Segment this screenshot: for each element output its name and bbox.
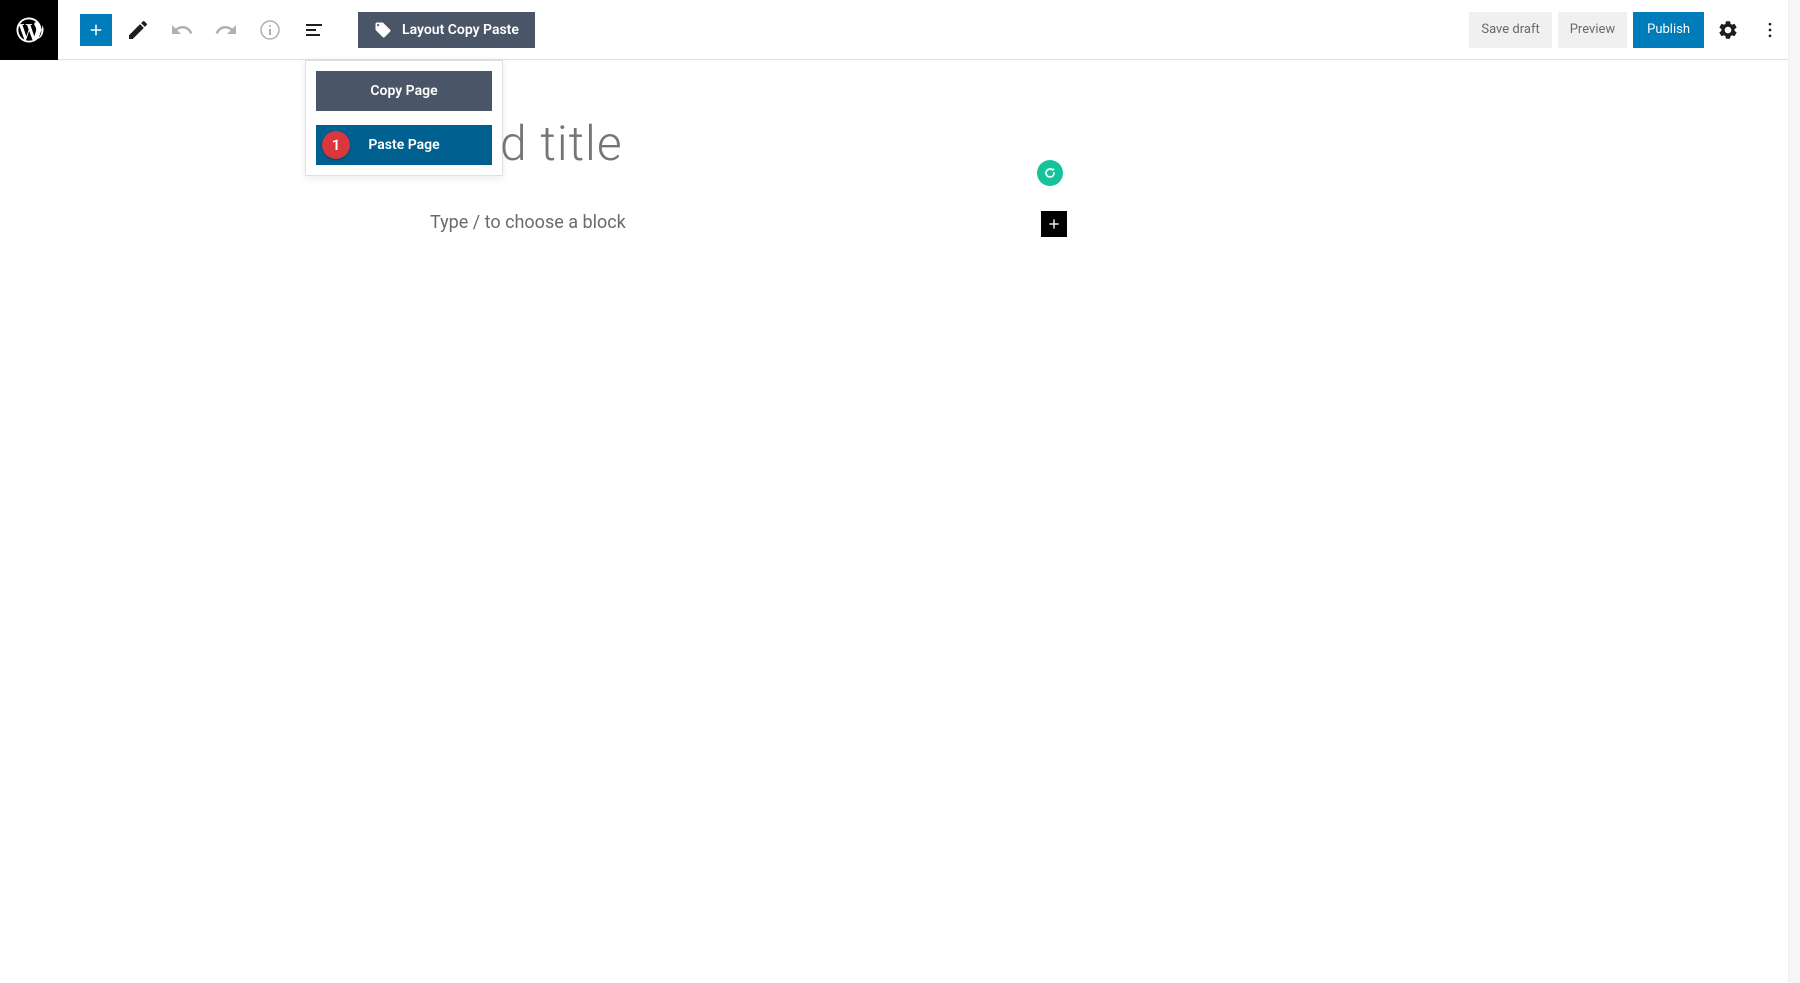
settings-button[interactable] <box>1710 12 1746 48</box>
list-view-button[interactable] <box>296 12 332 48</box>
info-button[interactable] <box>252 12 288 48</box>
layout-btn-label: Layout Copy Paste <box>402 22 519 38</box>
preview-button[interactable]: Preview <box>1558 12 1627 48</box>
layout-dropdown-menu: Copy Page 1 Paste Page <box>305 60 503 176</box>
add-block-button[interactable] <box>80 14 112 46</box>
inline-add-block-button[interactable] <box>1041 211 1067 237</box>
layout-copy-paste-button[interactable]: Layout Copy Paste <box>358 12 535 48</box>
copy-page-label: Copy Page <box>370 83 437 99</box>
undo-icon <box>170 18 194 42</box>
editor-toolbar: Layout Copy Paste Save draft Preview Pub… <box>0 0 1800 60</box>
info-icon <box>258 18 282 42</box>
dots-vertical-icon <box>1760 20 1780 40</box>
copy-page-button[interactable]: Copy Page <box>316 71 492 111</box>
paste-page-button[interactable]: 1 Paste Page <box>316 125 492 165</box>
grammarly-widget[interactable] <box>1037 160 1063 186</box>
wordpress-logo[interactable] <box>0 0 58 60</box>
grammarly-icon <box>1042 165 1058 181</box>
more-options-button[interactable] <box>1752 12 1788 48</box>
publish-button[interactable]: Publish <box>1633 12 1704 48</box>
tag-icon <box>374 21 392 39</box>
pencil-icon <box>126 18 150 42</box>
block-placeholder[interactable]: Type / to choose a block <box>430 212 626 233</box>
plus-icon <box>87 21 105 39</box>
toolbar-left-group: Layout Copy Paste <box>58 12 535 48</box>
redo-button[interactable] <box>208 12 244 48</box>
annotation-badge: 1 <box>322 131 350 159</box>
list-view-icon <box>302 18 326 42</box>
plus-icon <box>1046 216 1062 232</box>
undo-button[interactable] <box>164 12 200 48</box>
title-placeholder[interactable]: d title <box>500 115 623 172</box>
vertical-scrollbar[interactable] <box>1788 0 1800 983</box>
redo-icon <box>214 18 238 42</box>
paste-page-label: Paste Page <box>368 137 439 153</box>
toolbar-right-group: Save draft Preview Publish <box>1469 12 1788 48</box>
gear-icon <box>1717 19 1739 41</box>
save-draft-button[interactable]: Save draft <box>1469 12 1551 48</box>
wordpress-icon <box>14 15 44 45</box>
edit-mode-button[interactable] <box>120 12 156 48</box>
